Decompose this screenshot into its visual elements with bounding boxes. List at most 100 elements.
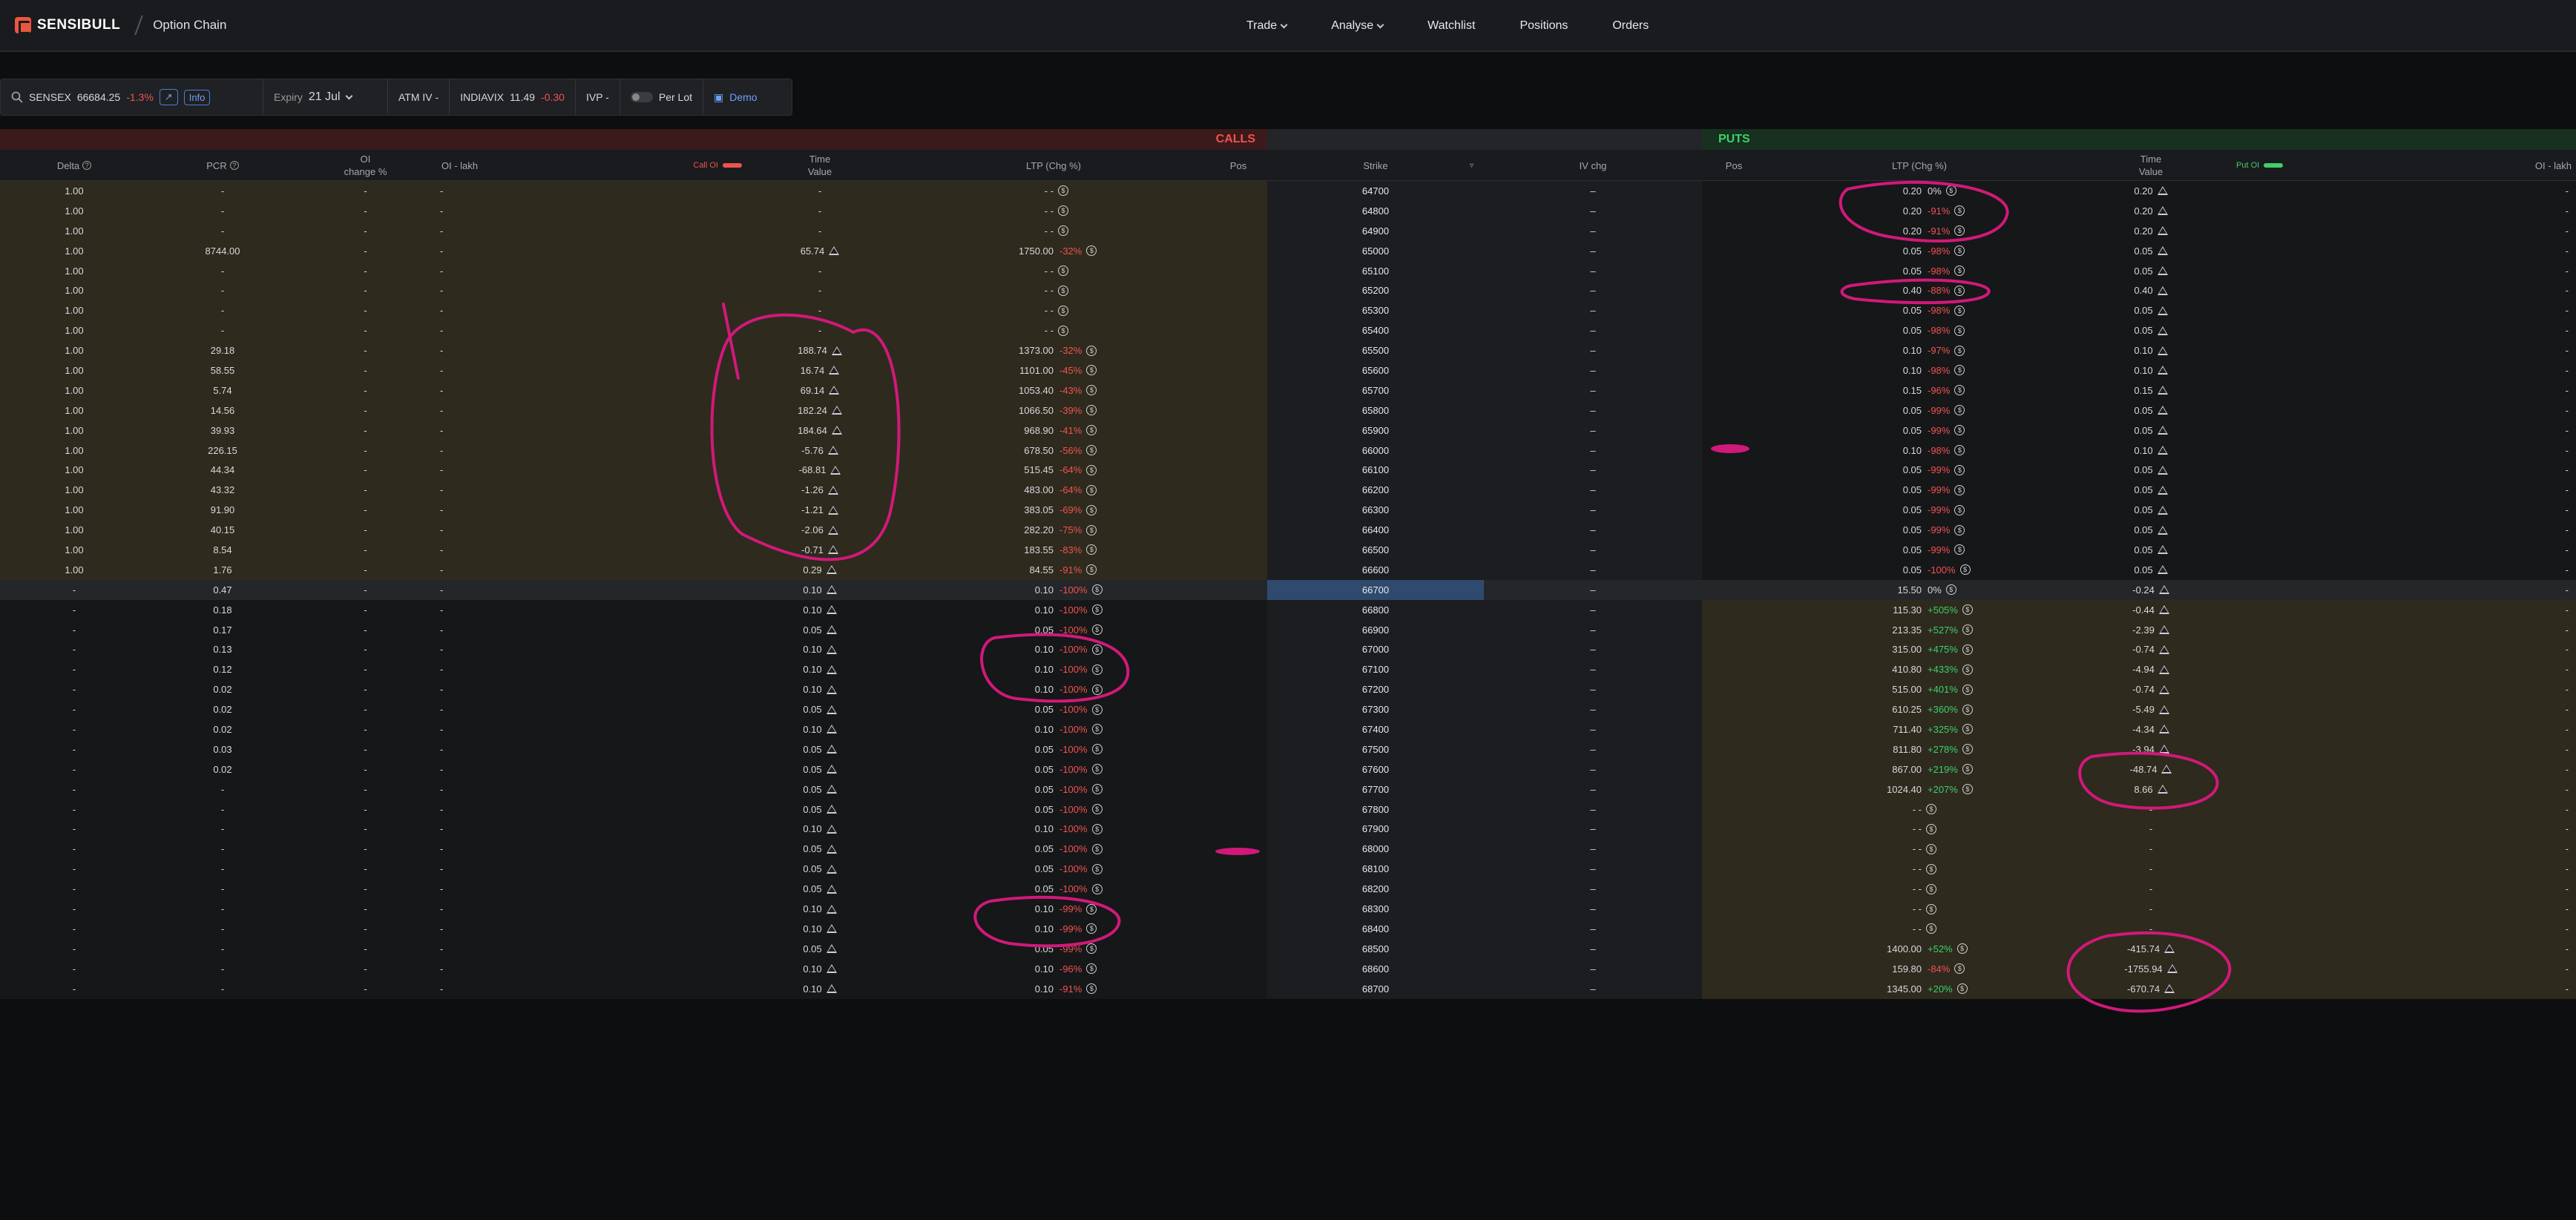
warning-icon[interactable] xyxy=(829,246,840,256)
demo-button[interactable]: ▣ Demo xyxy=(703,79,768,115)
buy-sell-icon[interactable]: $ xyxy=(1091,604,1103,616)
cell-strike[interactable]: 65300 xyxy=(1267,300,1484,321)
cell-pltp[interactable]: 0.20 -91% $ xyxy=(1766,200,2073,221)
col-oi-change[interactable]: OI change % xyxy=(297,150,434,181)
cell-pltp[interactable]: 1024.40 +207% $ xyxy=(1766,779,2073,799)
cell-cltp[interactable]: 0.05 -100% $ xyxy=(898,779,1209,799)
buy-sell-icon[interactable]: $ xyxy=(1954,205,1965,217)
cell-strike[interactable]: 65700 xyxy=(1267,380,1484,400)
cell-cltp[interactable]: 0.10 -100% $ xyxy=(898,679,1209,700)
table-row[interactable]: - - - - 0.10 0.10 -99% $68300 – - - $ - - xyxy=(0,899,2576,919)
warning-icon[interactable] xyxy=(2157,206,2168,216)
buy-sell-icon[interactable]: $ xyxy=(1086,564,1097,576)
cell-cltp[interactable]: 0.05 -100% $ xyxy=(898,699,1209,720)
warning-icon[interactable] xyxy=(826,705,837,714)
warning-icon[interactable] xyxy=(2157,226,2168,236)
cell-strike[interactable]: 67000 xyxy=(1267,639,1484,660)
warning-icon[interactable] xyxy=(827,505,838,515)
per-lot-toggle[interactable]: Per Lot xyxy=(620,79,703,115)
buy-sell-icon[interactable]: $ xyxy=(1954,425,1965,436)
cell-pltp[interactable]: 0.05 -99% $ xyxy=(1766,400,2073,421)
buy-sell-icon[interactable]: $ xyxy=(1954,305,1965,316)
cell-strike[interactable]: 68500 xyxy=(1267,938,1484,959)
cell-pltp[interactable]: 15.50 0% $ xyxy=(1766,580,2073,600)
cell-pltp[interactable]: - - $ xyxy=(1766,879,2073,900)
buy-sell-icon[interactable]: $ xyxy=(1954,484,1965,495)
cell-pltp[interactable]: 0.05 -99% $ xyxy=(1766,500,2073,521)
buy-sell-icon[interactable]: $ xyxy=(1091,744,1103,755)
table-row[interactable]: 1.00 40.15 - - -2.06 282.20 -75% $66400 – 0.05 -99… xyxy=(0,520,2576,541)
cell-cltp[interactable]: 483.00 -64% $ xyxy=(898,480,1209,501)
warning-icon[interactable] xyxy=(2157,785,2168,794)
cell-pltp[interactable]: - - $ xyxy=(1766,839,2073,860)
cell-pltp[interactable]: 0.05 -99% $ xyxy=(1766,460,2073,481)
warning-icon[interactable] xyxy=(826,944,837,954)
cell-pltp[interactable]: 0.15 -96% $ xyxy=(1766,380,2073,400)
cell-pltp[interactable]: 0.05 -98% $ xyxy=(1766,260,2073,281)
buy-sell-icon[interactable]: $ xyxy=(1086,464,1097,475)
cell-cltp[interactable]: 1750.00 -32% $ xyxy=(898,240,1209,261)
cell-strike[interactable]: 66400 xyxy=(1267,520,1484,541)
buy-sell-icon[interactable]: $ xyxy=(1091,684,1103,695)
cell-strike[interactable]: 68000 xyxy=(1267,839,1484,860)
cell-strike[interactable]: 65100 xyxy=(1267,260,1484,281)
table-row[interactable]: -0.03- -0.05 0.05 -100% $67500–811.80 +278% $ -… xyxy=(0,739,2576,759)
cell-strike[interactable]: 66300 xyxy=(1267,500,1484,521)
cell-pltp[interactable]: 0.10 -98% $ xyxy=(1766,360,2073,380)
table-row[interactable]: 1.00- - - - - - $64700–0.20 0% $0.20- xyxy=(0,181,2576,201)
warning-icon[interactable] xyxy=(826,765,837,774)
warning-icon[interactable] xyxy=(2158,605,2169,615)
buy-sell-icon[interactable]: $ xyxy=(1086,425,1097,436)
table-row[interactable]: 1.00- - - - - - $65400–0.05 -98% $0.05- xyxy=(0,320,2576,341)
buy-sell-icon[interactable]: $ xyxy=(1091,724,1103,735)
buy-sell-icon[interactable]: $ xyxy=(1091,843,1103,854)
table-row[interactable]: -0.02- -0.10 0.10 -100% $67200–515.00 +401% $ -… xyxy=(0,679,2576,700)
buy-sell-icon[interactable]: $ xyxy=(1926,903,1936,914)
cell-pltp[interactable]: 0.05 -99% $ xyxy=(1766,420,2073,441)
cell-cltp[interactable]: 0.05 -100% $ xyxy=(898,839,1209,860)
buy-sell-icon[interactable]: $ xyxy=(1086,245,1097,257)
warning-icon[interactable] xyxy=(2157,306,2168,315)
cell-strike[interactable]: 64900 xyxy=(1267,220,1484,241)
warning-icon[interactable] xyxy=(2157,426,2168,435)
warning-icon[interactable] xyxy=(826,585,837,595)
buy-sell-icon[interactable]: $ xyxy=(1954,385,1965,396)
cell-strike[interactable]: 68300 xyxy=(1267,899,1484,919)
cell-pltp[interactable]: 0.05 -99% $ xyxy=(1766,480,2073,501)
table-row[interactable]: 1.00 91.90 - - -1.21 383.05 -69% $66300 – 0.05 -99… xyxy=(0,500,2576,521)
buy-sell-icon[interactable]: $ xyxy=(1954,225,1965,237)
brand-logo[interactable]: SENSIBULL xyxy=(15,17,120,34)
col-ltp-call[interactable]: LTP (Chg %) xyxy=(898,150,1209,181)
cell-cltp[interactable]: 515.45 -64% $ xyxy=(898,460,1209,481)
sort-icon[interactable]: ▿ xyxy=(1470,159,1473,172)
table-row[interactable]: - - - -0.10 0.10 -96% $68600–159.80 -84% $ -1755.… xyxy=(0,958,2576,979)
col-oi-lakh-call[interactable]: OI - lakh Call OI xyxy=(434,150,742,181)
buy-sell-icon[interactable]: $ xyxy=(1926,883,1936,894)
buy-sell-icon[interactable]: $ xyxy=(1926,843,1936,854)
cell-cltp[interactable]: 0.10 -100% $ xyxy=(898,599,1209,620)
cell-strike[interactable]: 64700 xyxy=(1267,181,1484,201)
buy-sell-icon[interactable]: $ xyxy=(1086,923,1097,934)
buy-sell-icon[interactable]: $ xyxy=(1962,724,1973,735)
buy-sell-icon[interactable]: $ xyxy=(1954,266,1965,276)
cell-pltp[interactable]: - - $ xyxy=(1766,859,2073,880)
table-row[interactable]: 1.00 43.32 - - -1.26 483.00 -64% $66200 – 0.05 -99… xyxy=(0,480,2576,501)
warning-icon[interactable] xyxy=(831,426,842,435)
warning-icon[interactable] xyxy=(2157,326,2168,335)
cell-strike[interactable]: 67800 xyxy=(1267,799,1484,820)
buy-sell-icon[interactable]: $ xyxy=(1954,963,1965,975)
cell-cltp[interactable]: 0.05 -100% $ xyxy=(898,739,1209,759)
table-row[interactable]: 1.00 8.54 - - -0.71 183.55 -83% $66500 – 0.05 -99%… xyxy=(0,540,2576,560)
table-row[interactable]: -0.47- -0.10 0.10 -100% $66700–15.50 0% $ -0.24… xyxy=(0,579,2576,600)
buy-sell-icon[interactable]: $ xyxy=(1962,604,1973,616)
cell-strike[interactable]: 67300 xyxy=(1267,699,1484,720)
cell-pltp[interactable]: 0.05 -100% $ xyxy=(1766,559,2073,580)
table-row[interactable]: - - - -0.05 0.05 -100% $67800– - - $ - - xyxy=(0,799,2576,820)
warning-icon[interactable] xyxy=(2164,944,2175,954)
table-row[interactable]: 1.00- - - - - - $64900–0.20 -91% $0.20- xyxy=(0,220,2576,241)
warning-icon[interactable] xyxy=(2157,446,2168,455)
warning-icon[interactable] xyxy=(826,805,837,814)
cell-cltp[interactable]: 1101.00 -45% $ xyxy=(898,360,1209,380)
col-strike[interactable]: Strike ▿ xyxy=(1267,150,1484,181)
table-row[interactable]: 1.00 39.93- -184.64 968.90 -41% $65900–0.05 -9… xyxy=(0,420,2576,441)
